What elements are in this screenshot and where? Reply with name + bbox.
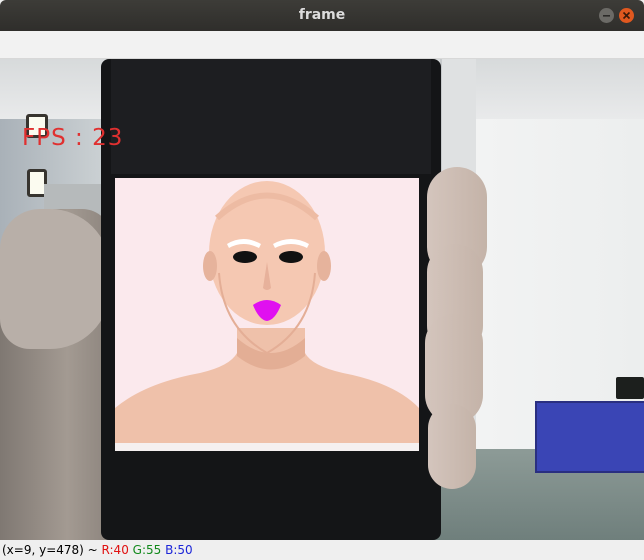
thumb bbox=[0, 209, 110, 349]
title-bar[interactable]: frame bbox=[0, 0, 644, 31]
pixel-red-value: R:40 bbox=[101, 543, 129, 557]
phone-top-bezel bbox=[111, 59, 431, 174]
screen-edge bbox=[115, 443, 419, 451]
minimize-button[interactable] bbox=[599, 8, 614, 23]
storage-box bbox=[535, 401, 644, 473]
fps-counter: FPS : 23 bbox=[22, 125, 124, 151]
toolbar bbox=[0, 31, 644, 59]
pixel-blue-value: B:50 bbox=[165, 543, 193, 557]
close-icon bbox=[622, 11, 631, 20]
exit-sign bbox=[616, 377, 644, 399]
face-image bbox=[115, 178, 419, 451]
camera-frame[interactable]: FPS : 23 bbox=[0, 59, 644, 540]
app-window: frame FPS: 23 (x=9, y=478) ~ R:40 G:55 … bbox=[0, 0, 644, 560]
close-button[interactable] bbox=[619, 8, 634, 23]
pixel-green-value: G:55 bbox=[132, 543, 162, 557]
status-bar: (x=9, y=478) ~ R:40 G:55 B:50 bbox=[0, 540, 644, 560]
finger bbox=[428, 404, 476, 489]
minimize-icon bbox=[603, 15, 610, 17]
phone-screen bbox=[115, 178, 419, 451]
window-title: frame bbox=[298, 7, 346, 23]
cursor-coordinates: (x=9, y=478) ~ bbox=[2, 543, 98, 557]
